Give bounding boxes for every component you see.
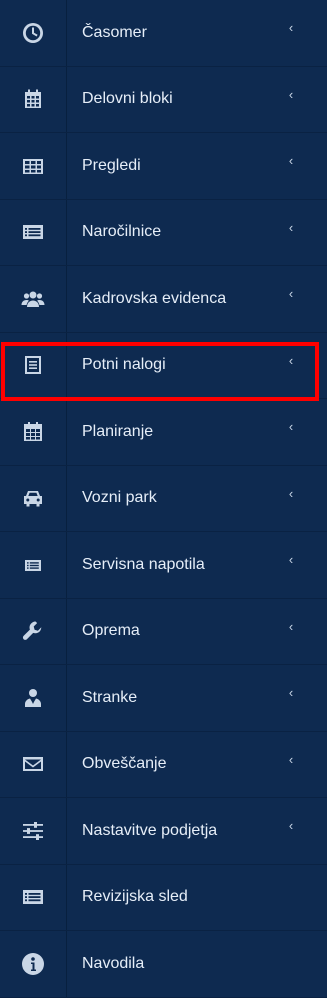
users-icon — [0, 266, 66, 332]
chevron-left-icon[interactable]: ‹ — [281, 153, 301, 168]
chevron-left-icon[interactable]: ‹ — [281, 286, 301, 301]
menu-item-label: Stranke — [82, 688, 138, 706]
chevron-left-icon[interactable]: ‹ — [281, 552, 301, 567]
menu-item-obvescanje[interactable]: Obveščanje ‹ — [0, 732, 327, 798]
menu-item-label: Oprema — [82, 622, 140, 640]
sidebar-menu: Časomer ‹ Delovni bloki ‹ Pregledi ‹ Nar… — [0, 0, 327, 998]
calendar-icon — [0, 399, 66, 465]
menu-item-label: Delovni bloki — [82, 90, 173, 108]
chevron-left-icon[interactable]: ‹ — [281, 353, 301, 368]
sliders-icon — [0, 798, 66, 864]
user-tie-icon — [0, 665, 66, 731]
table-icon — [0, 133, 66, 199]
menu-item-navodila[interactable]: Navodila — [0, 931, 327, 998]
list-icon — [0, 865, 66, 931]
chevron-left-icon[interactable]: ‹ — [281, 20, 301, 35]
menu-item-nastavitve-podjetja[interactable]: Nastavitve podjetja ‹ — [0, 798, 327, 865]
menu-item-label: Vozni park — [82, 489, 157, 507]
menu-item-label: Pregledi — [82, 156, 141, 174]
chevron-left-icon[interactable]: ‹ — [281, 419, 301, 434]
menu-item-servisna-napotila[interactable]: Servisna napotila ‹ — [0, 532, 327, 599]
menu-item-revizijska-sled[interactable]: Revizijska sled — [0, 865, 327, 931]
menu-item-label: Obveščanje — [82, 755, 167, 773]
menu-item-label: Potni nalogi — [82, 356, 166, 374]
envelope-icon — [0, 732, 66, 798]
chevron-left-icon[interactable]: ‹ — [281, 220, 301, 235]
wrench-icon — [0, 599, 66, 665]
document-icon — [0, 333, 66, 399]
menu-item-label: Planiranje — [82, 422, 154, 440]
chevron-left-icon[interactable]: ‹ — [281, 486, 301, 501]
info-icon — [0, 931, 66, 997]
menu-item-stranke[interactable]: Stranke ‹ — [0, 665, 327, 732]
clock-icon — [0, 0, 66, 66]
list-icon — [0, 200, 66, 266]
menu-item-label: Navodila — [82, 954, 145, 972]
menu-item-casomer[interactable]: Časomer ‹ — [0, 0, 327, 67]
car-icon — [0, 466, 66, 532]
menu-item-label: Naročilnice — [82, 223, 162, 241]
menu-item-label: Kadrovska evidenca — [82, 289, 227, 307]
calendar-icon — [0, 67, 66, 133]
menu-item-pregledi[interactable]: Pregledi ‹ — [0, 133, 327, 200]
chevron-left-icon[interactable]: ‹ — [281, 752, 301, 767]
chevron-left-icon[interactable]: ‹ — [281, 87, 301, 102]
menu-item-vozni-park[interactable]: Vozni park ‹ — [0, 466, 327, 532]
menu-item-planiranje[interactable]: Planiranje ‹ — [0, 399, 327, 466]
menu-item-oprema[interactable]: Oprema ‹ — [0, 599, 327, 665]
menu-item-label: Revizijska sled — [82, 888, 188, 906]
menu-item-label: Nastavitve podjetja — [82, 821, 218, 839]
menu-item-kadrovska-evidenca[interactable]: Kadrovska evidenca ‹ — [0, 266, 327, 333]
chevron-left-icon[interactable]: ‹ — [281, 685, 301, 700]
chevron-left-icon[interactable]: ‹ — [281, 619, 301, 634]
menu-item-label: Servisna napotila — [82, 555, 205, 573]
list-icon — [0, 532, 66, 598]
menu-item-delovni-bloki[interactable]: Delovni bloki ‹ — [0, 67, 327, 133]
menu-item-narocilnice[interactable]: Naročilnice ‹ — [0, 200, 327, 266]
chevron-left-icon[interactable]: ‹ — [281, 818, 301, 833]
menu-item-label: Časomer — [82, 23, 147, 41]
menu-item-potni-nalogi[interactable]: Potni nalogi ‹ — [0, 333, 327, 399]
